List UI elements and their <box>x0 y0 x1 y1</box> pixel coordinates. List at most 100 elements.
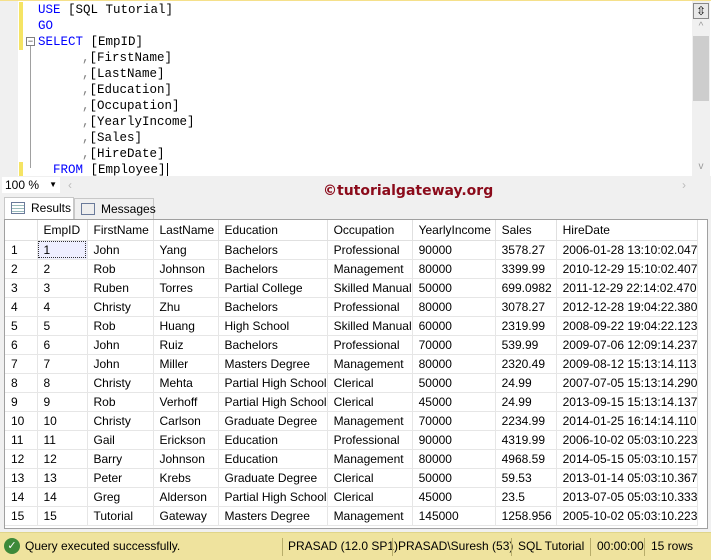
table-cell[interactable]: Rob <box>87 316 154 336</box>
table-cell[interactable]: 2319.99 <box>495 316 557 336</box>
table-cell[interactable]: 7 <box>37 354 88 374</box>
table-cell[interactable]: 539.99 <box>495 335 557 355</box>
split-window-icon[interactable]: ⇳ <box>693 3 709 19</box>
table-cell[interactable]: Yang <box>153 240 219 260</box>
table-cell[interactable]: Professional <box>327 430 413 450</box>
table-cell[interactable]: 14 <box>37 487 88 507</box>
table-row[interactable]: 13 13 Peter Krebs Graduate Degree Clerical 500… <box>5 468 699 488</box>
table-cell[interactable]: 2007-07-05 15:13:14.290 <box>556 373 699 393</box>
table-cell[interactable]: Peter <box>87 468 154 488</box>
table-cell[interactable]: Management <box>327 411 413 431</box>
table-cell[interactable]: 2011-12-29 22:14:02.470 <box>556 278 699 298</box>
table-cell[interactable]: Ruben <box>87 278 154 298</box>
table-cell[interactable]: Management <box>327 259 413 279</box>
table-cell[interactable]: 2 <box>37 259 88 279</box>
row-number[interactable]: 12 <box>5 449 38 469</box>
table-row[interactable]: 10 10 Christy Carlson Graduate Degree Managem… <box>5 411 699 431</box>
table-cell[interactable]: 50000 <box>412 373 496 393</box>
table-cell[interactable]: 60000 <box>412 316 496 336</box>
table-cell[interactable]: Clerical <box>327 373 413 393</box>
row-number[interactable]: 5 <box>5 316 38 336</box>
table-cell[interactable]: 3399.99 <box>495 259 557 279</box>
table-cell[interactable]: 2005-10-02 05:03:10.223 <box>556 506 699 526</box>
scroll-up-icon[interactable]: ^ <box>693 21 709 32</box>
table-cell[interactable]: John <box>87 335 154 355</box>
table-cell[interactable]: Christy <box>87 411 154 431</box>
scroll-thumb[interactable] <box>693 36 709 101</box>
table-cell[interactable]: 1 <box>37 240 88 260</box>
table-cell[interactable]: 2006-10-02 05:03:10.223 <box>556 430 699 450</box>
table-cell[interactable]: 2320.49 <box>495 354 557 374</box>
table-cell[interactable]: Miller <box>153 354 219 374</box>
table-cell[interactable]: Graduate Degree <box>218 468 328 488</box>
table-cell[interactable]: Clerical <box>327 392 413 412</box>
table-cell[interactable]: Partial High School <box>218 392 328 412</box>
table-cell[interactable]: 699.0982 <box>495 278 557 298</box>
table-cell[interactable]: 11 <box>37 430 88 450</box>
table-cell[interactable]: Masters Degree <box>218 506 328 526</box>
row-number[interactable]: 9 <box>5 392 38 412</box>
table-cell[interactable]: 5 <box>37 316 88 336</box>
table-cell[interactable]: John <box>87 240 154 260</box>
table-cell[interactable]: Gail <box>87 430 154 450</box>
table-cell[interactable]: 1258.956 <box>495 506 557 526</box>
table-cell[interactable]: Barry <box>87 449 154 469</box>
table-cell[interactable]: High School <box>218 316 328 336</box>
table-cell[interactable]: Masters Degree <box>218 354 328 374</box>
row-number[interactable]: 13 <box>5 468 38 488</box>
table-cell[interactable]: Torres <box>153 278 219 298</box>
table-cell[interactable]: 13 <box>37 468 88 488</box>
table-cell[interactable]: Professional <box>327 335 413 355</box>
table-cell[interactable]: Gateway <box>153 506 219 526</box>
table-cell[interactable]: 2009-07-06 12:09:14.237 <box>556 335 699 355</box>
table-cell[interactable]: 2006-01-28 13:10:02.047 <box>556 240 699 260</box>
table-cell[interactable]: 80000 <box>412 449 496 469</box>
table-cell[interactable]: Rob <box>87 259 154 279</box>
results-grid[interactable]: EmpID FirstName LastName Education Occupatio… <box>4 219 708 529</box>
table-row[interactable]: 9 9 Rob Verhoff Partial High School Clerical 4… <box>5 392 699 412</box>
table-cell[interactable]: Erickson <box>153 430 219 450</box>
table-row[interactable]: 8 8 Christy Mehta Partial High School Clerica… <box>5 373 699 393</box>
column-header[interactable]: LastName <box>153 220 219 241</box>
table-cell[interactable]: 145000 <box>412 506 496 526</box>
table-cell[interactable]: Bachelors <box>218 259 328 279</box>
table-cell[interactable]: 4 <box>37 297 88 317</box>
table-cell[interactable]: Education <box>218 449 328 469</box>
table-cell[interactable]: 3 <box>37 278 88 298</box>
table-cell[interactable]: 2008-09-22 19:04:22.123 <box>556 316 699 336</box>
column-header[interactable]: FirstName <box>87 220 154 241</box>
table-cell[interactable]: Christy <box>87 297 154 317</box>
table-cell[interactable]: Verhoff <box>153 392 219 412</box>
row-number[interactable]: 15 <box>5 506 38 526</box>
row-number[interactable]: 6 <box>5 335 38 355</box>
zoom-select[interactable]: 100 % ▼ <box>2 177 60 193</box>
table-row[interactable]: 12 12 Barry Johnson Education Management 80000… <box>5 449 699 469</box>
column-header[interactable]: Occupation <box>327 220 413 241</box>
table-cell[interactable]: 50000 <box>412 278 496 298</box>
table-cell[interactable]: Bachelors <box>218 335 328 355</box>
table-cell[interactable]: Clerical <box>327 487 413 507</box>
table-cell[interactable]: 2014-01-25 16:14:14.110 <box>556 411 699 431</box>
table-cell[interactable]: Johnson <box>153 259 219 279</box>
table-cell[interactable]: 8 <box>37 373 88 393</box>
tab-results[interactable]: Results <box>4 197 74 220</box>
query-editor[interactable]: − USE [SQL Tutorial] GO SELECT [EmpID] ,[Fi… <box>0 0 711 178</box>
table-cell[interactable]: Professional <box>327 297 413 317</box>
column-header[interactable]: EmpID <box>37 220 88 241</box>
row-number[interactable]: 8 <box>5 373 38 393</box>
scroll-down-icon[interactable]: v <box>693 161 709 172</box>
table-cell[interactable]: 2012-12-28 19:04:22.380 <box>556 297 699 317</box>
table-row[interactable]: 6 6 John Ruiz Bachelors Professional 70000 539.… <box>5 335 699 355</box>
table-row[interactable]: 15 15 Tutorial Gateway Masters Degree Managem… <box>5 506 699 526</box>
table-cell[interactable]: 2010-12-29 15:10:02.407 <box>556 259 699 279</box>
table-cell[interactable]: Management <box>327 449 413 469</box>
table-cell[interactable]: Christy <box>87 373 154 393</box>
column-header[interactable]: Sales <box>495 220 557 241</box>
table-cell[interactable]: 80000 <box>412 259 496 279</box>
row-number[interactable]: 10 <box>5 411 38 431</box>
scroll-right-icon[interactable]: › <box>682 178 686 192</box>
table-cell[interactable]: Mehta <box>153 373 219 393</box>
table-cell[interactable]: 2014-05-15 05:03:10.157 <box>556 449 699 469</box>
table-cell[interactable]: 2009-08-12 15:13:14.113 <box>556 354 699 374</box>
table-cell[interactable]: Skilled Manual <box>327 278 413 298</box>
